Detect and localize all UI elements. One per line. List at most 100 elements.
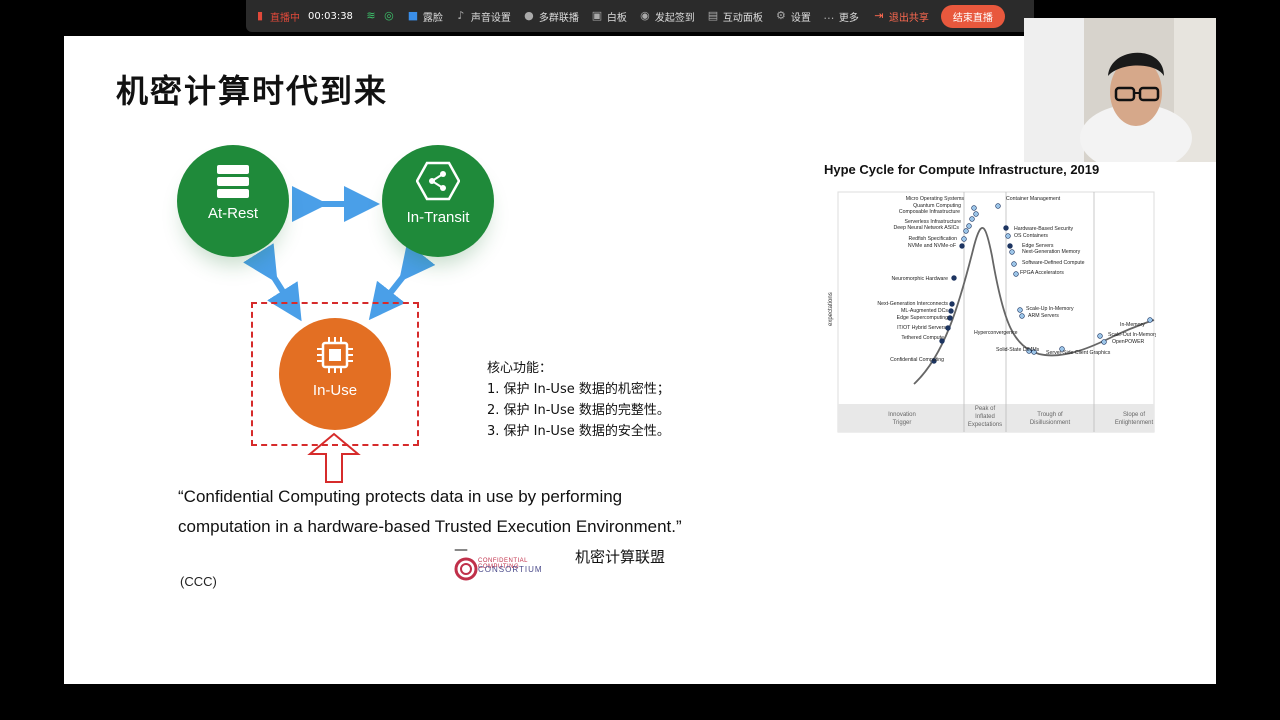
exit-icon: ⇥ [874, 9, 884, 22]
toolbar-multicast-button[interactable]: ● 多群联播 [523, 9, 579, 24]
whiteboard-icon: ▣ [591, 9, 603, 22]
hype-label-left: NVMe and NVMe-oF [908, 243, 956, 249]
gear-icon: ⚙ [775, 9, 786, 22]
hype-point [949, 301, 955, 307]
hype-label-left: Edge Supercomputing [897, 315, 948, 321]
in-use-circle: In-Use [279, 318, 391, 430]
hype-label-left: Deep Neural Network ASICs [894, 225, 960, 231]
toolbar-interaction-label: 互动面板 [722, 12, 763, 24]
core-item-3: 3. 保护 In-Use 数据的安全性。 [487, 424, 670, 439]
phase-1b: Trigger [893, 420, 912, 426]
hype-label-left: Tethered Compute [901, 335, 944, 341]
toolbar-settings-button[interactable]: ⚙ 设置 [775, 9, 811, 24]
live-label: 直播中 [270, 12, 300, 24]
phase-1: Innovation [888, 412, 916, 418]
hype-cycle-chart: expectations Micro Operating SystemsQuan… [828, 191, 1156, 433]
hype-point [1013, 271, 1019, 277]
toolbar-multicast-label: 多群联播 [538, 12, 579, 24]
location-icon: ◉ [640, 9, 650, 22]
share-icon [416, 161, 460, 201]
hype-label-right: OS Containers [1014, 233, 1048, 239]
phase-2c: Expectations [968, 422, 1002, 428]
hype-label-left: Neuromorphic Hardware [891, 276, 948, 282]
more-icon: … [823, 9, 835, 22]
hype-point [945, 325, 951, 331]
hype-point [995, 203, 1001, 209]
consortium-name: 机密计算联盟 [575, 548, 666, 566]
hype-label-right: Hardware-Based Security [1014, 226, 1074, 232]
ccc-abbrev: (CCC) [180, 574, 217, 589]
hype-label-right: ARM Servers [1028, 313, 1059, 319]
camera-icon: ■ [407, 9, 419, 22]
hype-label-left: IT/OT Hybrid Servers [897, 325, 946, 331]
hype-label-right: Solid-State DIMMs [996, 347, 1040, 353]
toolbar-checkin-label: 发起签到 [654, 12, 695, 24]
hype-point [951, 275, 957, 281]
rest-use-arrow [243, 243, 302, 322]
at-rest-circle: At-Rest [177, 145, 289, 257]
people-icon: ● [524, 9, 534, 22]
hype-point [1097, 333, 1103, 339]
chat-icon: ▤ [707, 9, 719, 22]
core-item-1: 1. 保护 In-Use 数据的机密性； [487, 382, 670, 397]
live-timer: 00:03:38 [308, 10, 353, 22]
phase-2: Peak of [975, 406, 996, 412]
hype-label-left: Micro Operating Systems [906, 196, 965, 202]
hype-point [966, 223, 972, 229]
status-icon: ◎ [384, 9, 394, 22]
phase-3b: Disillusionment [1030, 420, 1071, 426]
hype-label-right: FPGA Accelerators [1020, 270, 1064, 276]
live-indicator: ▮ 直播中 [254, 9, 300, 24]
webcam-feed [1024, 18, 1216, 162]
end-live-button[interactable]: 结束直播 [940, 4, 1005, 28]
toolbar-camera-label: 露脸 [422, 12, 443, 24]
phase-4b: Enlightenment [1115, 420, 1154, 426]
hype-label-left: Composable Infrastructure [899, 209, 960, 215]
hype-point [969, 216, 975, 222]
hype-point [1005, 233, 1011, 239]
toolbar-more-label: 更多 [838, 12, 859, 24]
hype-label-right: Next-Generation Memory [1022, 249, 1081, 255]
toolbar-more-button[interactable]: … 更多 [823, 9, 859, 24]
live-toolbar: ▮ 直播中 00:03:38 ≋ ◎ ■ 露脸 ♪ 声音设置 ● 多群联播 ▣ … [246, 0, 1034, 32]
phase-3: Trough of [1037, 412, 1063, 418]
toolbar-audio-button[interactable]: ♪ 声音设置 [455, 9, 511, 24]
hype-label-left: Redfish Specification [909, 236, 958, 242]
core-functions: 核心功能： 1. 保护 In-Use 数据的机密性； 2. 保护 In-Use … [487, 358, 670, 442]
hype-point [1147, 317, 1153, 323]
hype-point [1009, 249, 1015, 255]
live-bars-icon: ▮ [256, 9, 264, 22]
ccc-quote: “Confidential Computing protects data in… [178, 487, 682, 536]
hype-point [947, 315, 953, 321]
hype-point [961, 236, 967, 242]
toolbar-whiteboard-button[interactable]: ▣ 白板 [591, 9, 627, 24]
toolbar-camera-button[interactable]: ■ 露脸 [407, 9, 443, 24]
hype-label-left: Next-Generation Interconnects [877, 301, 948, 307]
hype-label-right: OpenPOWER [1112, 339, 1145, 345]
hype-label-right: Software-Defined Compute [1022, 260, 1085, 266]
hype-title: Hype Cycle for Compute Infrastructure, 2… [824, 162, 1100, 177]
hype-point [1017, 307, 1023, 313]
in-use-label: In-Use [312, 382, 358, 399]
phase-4: Slope of [1123, 412, 1145, 418]
hype-point [1007, 243, 1013, 249]
hype-label-right: Hyperconvergence [974, 330, 1018, 336]
server-icon [217, 165, 249, 198]
presenter-video [1024, 18, 1216, 162]
exit-share-label: 退出共享 [888, 12, 929, 24]
at-rest-label: At-Rest [207, 205, 258, 222]
hype-point [1101, 339, 1107, 345]
core-item-2: 2. 保护 In-Use 数据的完整性。 [487, 403, 670, 418]
hype-point [1019, 313, 1025, 319]
ccc-logo-mark-icon [454, 557, 478, 581]
phase-2b: Inflated [975, 414, 995, 420]
toolbar-settings-label: 设置 [790, 12, 811, 24]
hype-label-right: Scale-Out In-Memory [1108, 332, 1156, 338]
transit-use-arrow [368, 242, 436, 321]
toolbar-interaction-button[interactable]: ▤ 互动面板 [707, 9, 763, 24]
hype-ylabel: expectations [828, 292, 834, 326]
exit-share-button[interactable]: ⇥ 退出共享 [873, 9, 929, 24]
hype-point [959, 243, 965, 249]
hype-point [973, 211, 979, 217]
toolbar-checkin-button[interactable]: ◉ 发起签到 [639, 9, 695, 24]
